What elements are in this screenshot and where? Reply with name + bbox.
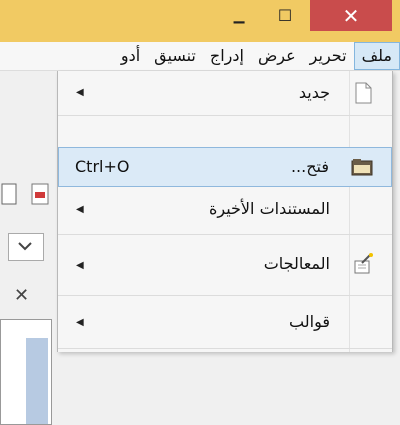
- font-combo[interactable]: [8, 233, 44, 261]
- menu-insert[interactable]: إدراج: [203, 42, 251, 70]
- submenu-arrow-icon: ◀: [76, 317, 84, 328]
- menu-item-wizards[interactable]: ◀ المعالجات: [58, 241, 392, 289]
- new-document-icon: [355, 82, 372, 104]
- close-icon: ✕: [342, 3, 360, 28]
- menu-item-label: المستندات الأخيرة: [209, 199, 330, 218]
- side-panel: [0, 319, 52, 425]
- close-button[interactable]: ✕: [310, 0, 392, 31]
- menu-item-recent[interactable]: ◀ المستندات الأخيرة: [58, 190, 392, 230]
- menu-bar: ملف تحرير عرض إدراج تنسيق أدو: [0, 42, 400, 71]
- menu-item-label: فتح...: [290, 157, 329, 176]
- toolbar-icons: [0, 182, 55, 208]
- separator: [58, 115, 392, 116]
- menu-file[interactable]: ملف: [353, 42, 400, 70]
- minimize-button[interactable]: ▁: [216, 0, 262, 31]
- submenu-arrow-icon: ◀: [76, 260, 84, 271]
- maximize-button[interactable]: ☐: [262, 0, 308, 31]
- export-pdf-icon[interactable]: [0, 182, 55, 208]
- menu-tools[interactable]: أدو: [114, 42, 147, 70]
- minimize-icon: ▁: [233, 7, 245, 24]
- separator: [58, 295, 392, 296]
- menu-item-label: قوالب: [289, 312, 330, 331]
- menu-item-label: المعالجات: [263, 254, 330, 273]
- submenu-arrow-icon: ◀: [76, 204, 84, 215]
- separator: [58, 234, 392, 235]
- submenu-arrow-icon: ◀: [76, 87, 84, 98]
- maximize-icon: ☐: [277, 6, 293, 25]
- menu-format[interactable]: تنسيق: [147, 42, 203, 70]
- file-menu-dropdown: ◀ جديد Ctrl+O فتح... ◀ المستندات الأخيرة…: [57, 71, 393, 352]
- close-panel-icon[interactable]: ✕: [14, 285, 29, 306]
- menu-edit[interactable]: تحرير: [303, 42, 354, 70]
- panel-preview: [26, 338, 48, 424]
- menu-item-open[interactable]: Ctrl+O فتح...: [58, 147, 392, 187]
- menu-item-label: جديد: [298, 83, 330, 102]
- menu-item-templates[interactable]: ◀ قوالب: [58, 303, 392, 343]
- shortcut-text: Ctrl+O: [75, 157, 130, 176]
- menu-item-new[interactable]: ◀ جديد: [58, 73, 392, 113]
- separator: [58, 348, 392, 349]
- background-toolbar-area: ✕: [0, 71, 60, 425]
- menu-view[interactable]: عرض: [251, 42, 303, 70]
- folder-icon: [351, 159, 373, 176]
- wizard-icon: [354, 253, 373, 274]
- title-bar: ▁ ☐ ✕: [0, 0, 400, 42]
